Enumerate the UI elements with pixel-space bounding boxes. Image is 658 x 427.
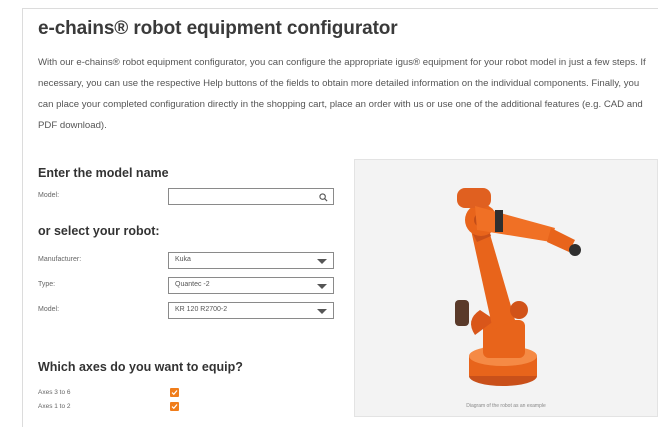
- model-label: Model:: [38, 306, 60, 313]
- axes-1-2-checkbox[interactable]: [170, 402, 179, 411]
- axes-3-6-checkbox[interactable]: [170, 388, 179, 397]
- chevron-down-icon: [317, 284, 327, 289]
- manufacturer-value: Kuka: [175, 256, 191, 263]
- page-title: e-chains® robot equipment configurator: [38, 18, 398, 39]
- chevron-down-icon: [317, 259, 327, 264]
- model-search-label: Model:: [38, 192, 60, 199]
- checkmark-icon: [171, 390, 178, 396]
- type-select[interactable]: Quantec -2: [168, 277, 334, 294]
- type-value: Quantec -2: [175, 281, 210, 288]
- image-caption: Diagram of the robot as an example: [466, 403, 546, 409]
- type-label: Type:: [38, 281, 56, 288]
- model-search-field[interactable]: [168, 188, 334, 205]
- model-select[interactable]: KR 120 R2700-2: [168, 302, 334, 319]
- manufacturer-label: Manufacturer:: [38, 256, 82, 263]
- intro-text: With our e-chains® robot equipment confi…: [38, 57, 646, 131]
- model-value: KR 120 R2700-2: [175, 306, 228, 313]
- robot-select-heading: or select your robot:: [38, 224, 160, 238]
- axis-label-3-6: Axes 3 to 6: [38, 389, 71, 396]
- checkmark-icon: [171, 404, 178, 410]
- search-icon[interactable]: [319, 193, 328, 202]
- robot-illustration: [455, 188, 581, 386]
- model-search-input[interactable]: [169, 189, 333, 204]
- model-search-heading: Enter the model name: [38, 166, 169, 180]
- manufacturer-select[interactable]: Kuka: [168, 252, 334, 269]
- axis-label-1-2: Axes 1 to 2: [38, 403, 71, 410]
- axes-heading: Which axes do you want to equip?: [38, 360, 243, 374]
- chevron-down-icon: [317, 309, 327, 314]
- robot-image-panel: Diagram of the robot as an example: [354, 159, 658, 417]
